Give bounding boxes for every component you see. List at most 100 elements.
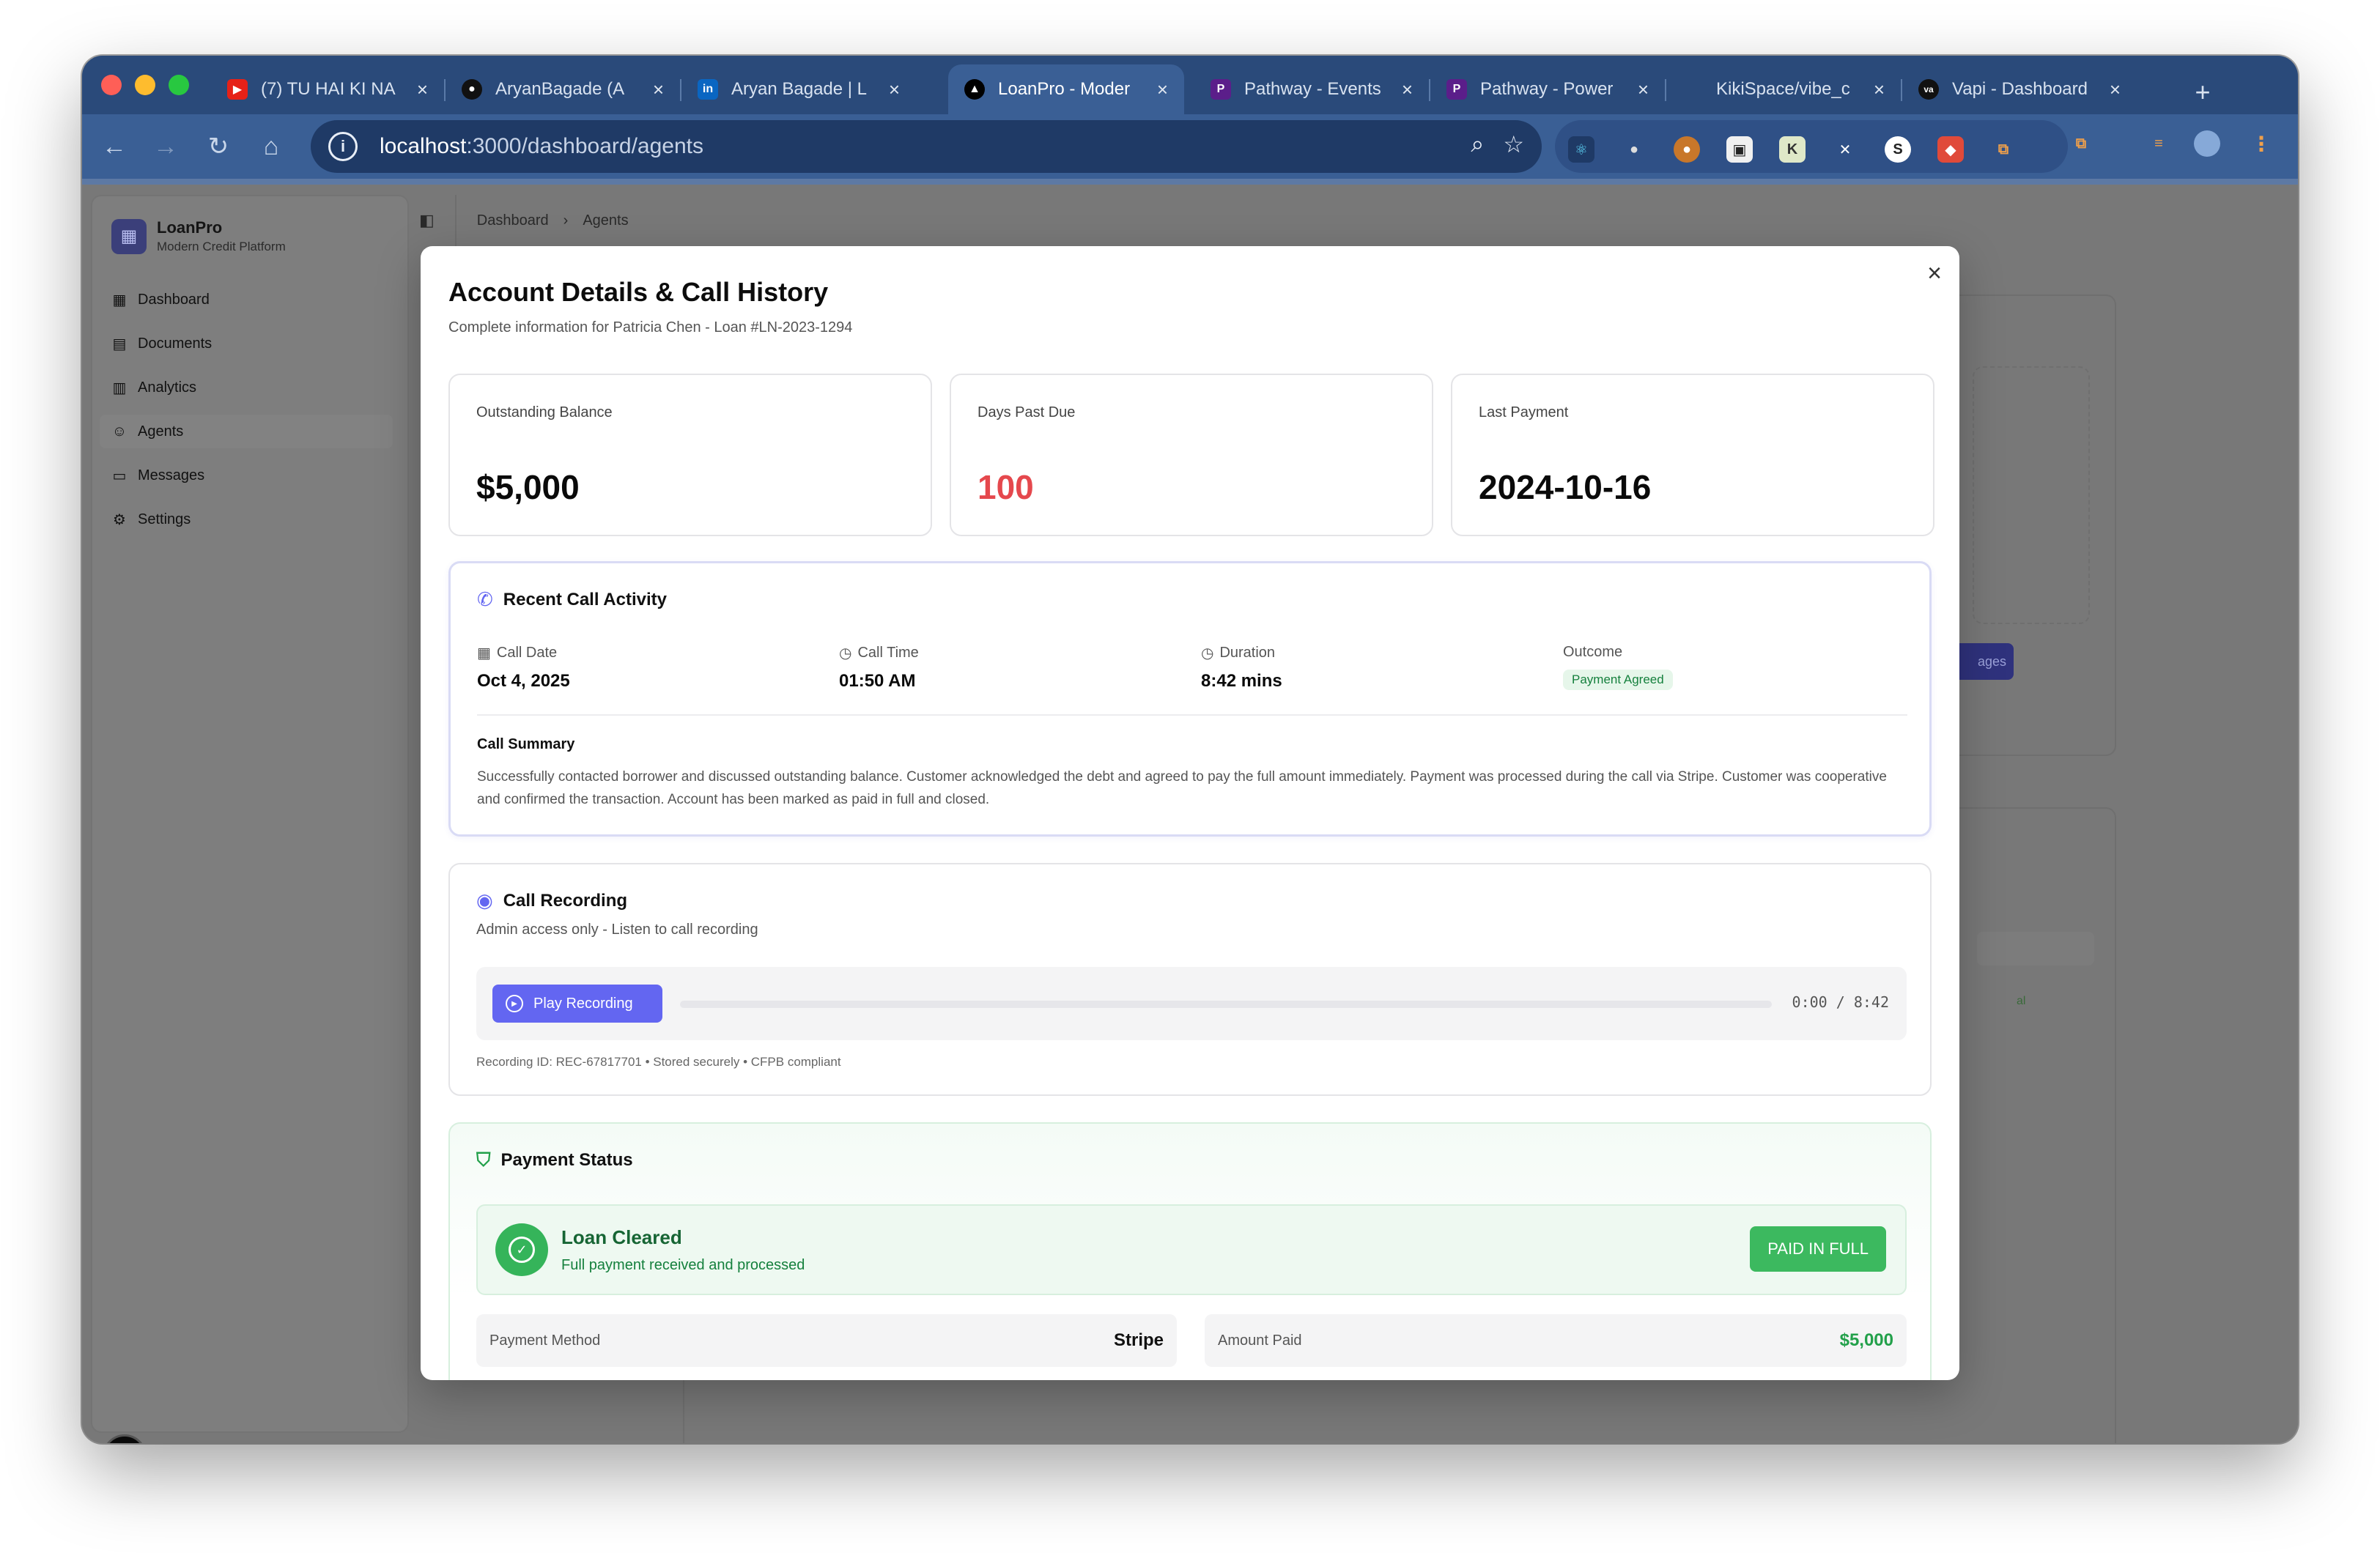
browser-tab[interactable]: KikiSpace/vibe_c ×: [1666, 64, 1901, 114]
site-info-icon[interactable]: i: [328, 132, 358, 161]
sidebar-item-settings[interactable]: ⚙ Settings: [100, 503, 393, 536]
breadcrumb-item[interactable]: Dashboard: [477, 212, 549, 229]
payment-method-label: Payment Method: [489, 1332, 601, 1349]
playback-time: 0:00 / 8:42: [1792, 993, 1889, 1011]
outcome-field: Outcome Payment Agreed: [1563, 644, 1673, 690]
browser-tab[interactable]: ● AryanBagade (A ×: [446, 64, 680, 114]
s-extension-icon[interactable]: S: [1885, 136, 1911, 163]
zoom-icon[interactable]: ⌕: [1471, 130, 1484, 158]
close-window-button[interactable]: [101, 75, 122, 95]
sidebar-item-label: Settings: [138, 511, 191, 527]
sidebar-toggle-icon[interactable]: ◧: [419, 211, 435, 230]
stat-label: Days Past Due: [978, 404, 1076, 420]
browser-tab[interactable]: P Pathway - Power ×: [1430, 64, 1665, 114]
last-payment-card: Last Payment 2024-10-16: [1451, 374, 1934, 536]
maximize-window-button[interactable]: [169, 75, 189, 95]
stat-value: 100: [978, 468, 1034, 506]
react-devtools-icon[interactable]: ⚛: [1568, 136, 1594, 163]
shield-icon: ⛉: [476, 1149, 491, 1171]
call-time-field: ◷ Call Time 01:50 AM: [839, 645, 919, 691]
home-icon[interactable]: ⌂: [255, 130, 287, 163]
call-recording-section: ◉ Call Recording Admin access only - Lis…: [448, 863, 1932, 1096]
tab-title: Pathway - Events: [1244, 79, 1381, 99]
reload-icon[interactable]: ↻: [202, 130, 234, 163]
message-icon: ▭: [112, 467, 127, 484]
account-details-modal: × Account Details & Call History Complet…: [421, 246, 1959, 1380]
youtube-icon: ▶: [227, 79, 248, 100]
new-tab-button[interactable]: +: [2181, 67, 2225, 117]
url-text[interactable]: localhost:3000/dashboard/agents: [380, 134, 703, 159]
close-tab-icon[interactable]: ×: [1638, 78, 1649, 101]
stat-label: Outstanding Balance: [476, 404, 613, 420]
puzzle-icon[interactable]: ⧉: [1990, 136, 2017, 163]
close-tab-icon[interactable]: ×: [889, 78, 900, 101]
play-recording-label: Play Recording: [533, 995, 633, 1012]
browser-tab[interactable]: P Pathway - Events ×: [1194, 64, 1429, 114]
background-field: [1977, 932, 2094, 965]
divider: [477, 714, 1907, 716]
loan-cleared-banner: ✓ Loan Cleared Full payment received and…: [476, 1204, 1907, 1295]
extension-icon[interactable]: ▣: [1726, 136, 1753, 163]
grid-icon: ▦: [112, 292, 127, 308]
days-past-due-card: Days Past Due 100: [950, 374, 1433, 536]
new-tab-label: +: [2195, 77, 2211, 107]
tab-search-icon[interactable]: ⧉: [2068, 130, 2094, 157]
close-tab-icon[interactable]: ×: [1874, 78, 1885, 101]
nextjs-dev-badge[interactable]: N: [103, 1434, 147, 1443]
cookie-icon[interactable]: ●: [1674, 136, 1700, 163]
close-tab-icon[interactable]: ×: [2110, 78, 2121, 101]
menu-icon[interactable]: ⋮: [2248, 130, 2274, 157]
phone-icon: ✆: [477, 588, 493, 610]
tab-title: Aryan Bagade | L: [731, 79, 868, 99]
breadcrumb-current: Agents: [583, 212, 629, 229]
payment-method-row: Payment Method Stripe: [476, 1314, 1177, 1367]
close-tab-icon[interactable]: ×: [1402, 78, 1413, 101]
background-dropzone: [1973, 366, 2090, 624]
audio-player: ▶ Play Recording 0:00 / 8:42: [476, 967, 1907, 1040]
close-tab-icon[interactable]: ×: [1157, 78, 1168, 101]
calendar-icon: ▦: [477, 645, 491, 661]
extension-icon[interactable]: ✕: [1832, 136, 1858, 163]
stat-value: $5,000: [476, 468, 580, 506]
browser-tab[interactable]: va Vapi - Dashboard ×: [1902, 64, 2137, 114]
extension-icon[interactable]: ●: [1621, 136, 1647, 163]
shield-extension-icon[interactable]: ◆: [1937, 136, 1964, 163]
call-date-field: ▦ Call Date Oct 4, 2025: [477, 645, 570, 691]
bookmark-star-icon[interactable]: ☆: [1503, 130, 1524, 158]
close-tab-icon[interactable]: ×: [417, 78, 428, 101]
address-bar[interactable]: i localhost:3000/dashboard/agents ⌕ ☆: [311, 120, 1542, 173]
payment-method-value: Stripe: [1113, 1330, 1164, 1350]
playback-progress-bar[interactable]: [680, 1001, 1772, 1008]
minimize-window-button[interactable]: [135, 75, 155, 95]
users-icon: ☺: [111, 423, 128, 440]
pathway-icon: P: [1211, 79, 1231, 100]
back-icon[interactable]: ←: [98, 130, 130, 163]
sidebar-item-label: Agents: [138, 423, 184, 440]
profile-avatar[interactable]: [2194, 130, 2220, 157]
loan-cleared-subtitle: Full payment received and processed: [561, 1257, 805, 1273]
k-extension-icon[interactable]: K: [1779, 136, 1806, 163]
play-recording-button[interactable]: ▶ Play Recording: [492, 985, 662, 1023]
sidebar-item-label: Documents: [138, 335, 212, 352]
logo-icon: ▦: [111, 218, 147, 254]
browser-tab-active[interactable]: ▲ LoanPro - Moder ×: [948, 64, 1184, 114]
sidebar-item-label: Dashboard: [138, 291, 210, 308]
browser-tab[interactable]: in Aryan Bagade | L ×: [681, 64, 916, 114]
sidebar-item-agents[interactable]: ☺ Agents: [100, 415, 393, 448]
sidebar-item-dashboard[interactable]: ▦ Dashboard: [100, 283, 393, 316]
play-circle-icon: ◉: [476, 889, 493, 911]
close-modal-button[interactable]: ×: [1927, 259, 1942, 288]
modal-subtitle: Complete information for Patricia Chen -…: [448, 319, 853, 336]
sidebar-item-label: Messages: [138, 467, 205, 483]
brand[interactable]: ▦ LoanPro Modern Credit Platform: [111, 218, 286, 254]
sidebar-item-documents[interactable]: ▤ Documents: [100, 327, 393, 360]
modal-title: Account Details & Call History: [448, 277, 829, 307]
reading-list-icon[interactable]: ≡: [2146, 130, 2172, 157]
close-tab-icon[interactable]: ×: [653, 78, 664, 101]
sidebar-item-messages[interactable]: ▭ Messages: [100, 459, 393, 492]
tab-title: LoanPro - Moder: [998, 79, 1131, 99]
sidebar-item-analytics[interactable]: ▥ Analytics: [100, 371, 393, 404]
stat-value: 2024-10-16: [1479, 468, 1652, 506]
browser-tab[interactable]: ▶ (7) TU HAI KI NA ×: [211, 64, 444, 114]
forward-icon[interactable]: →: [149, 130, 182, 163]
